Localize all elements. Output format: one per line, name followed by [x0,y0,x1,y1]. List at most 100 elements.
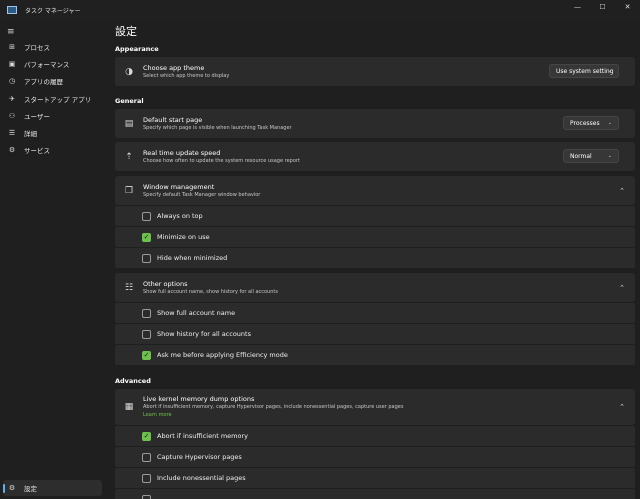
sidebar-item-processes[interactable]: ⊞ プロセス [3,39,102,55]
option-label: Abort if insufficient memory [157,432,248,440]
app-theme-card: ◑ Choose app theme Select which app them… [115,57,635,86]
maximize-button[interactable]: ☐ [590,0,615,14]
option-capture-hypervisor-pages[interactable]: Capture Hypervisor pages [115,447,635,467]
efficiency-mode-checkbox[interactable]: ✓ [142,350,151,360]
speed-icon: ⇡ [125,151,133,162]
minimize-button[interactable]: — [565,0,590,14]
option-abort-insufficient-memory[interactable]: ✓ Abort if insufficient memory [115,426,635,446]
title-bar: タスク マネージャー — ☐ ✕ [0,0,640,20]
sidebar-item-label: プロセス [24,44,50,52]
hide-when-minimized-checkbox[interactable] [142,253,151,263]
sidebar-item-app-history[interactable]: ◷ アプリの履歴 [3,73,102,89]
capture-user-pages-checkbox[interactable] [142,494,151,499]
start-page-dropdown[interactable]: Processes ⌄ [563,116,619,130]
update-speed-dropdown[interactable]: Normal ⌄ [563,149,619,163]
card-subtitle: Abort if insufficient memory, capture Hy… [143,404,404,410]
option-hide-when-minimized[interactable]: Hide when minimized [115,248,635,268]
sidebar-item-settings[interactable]: ⚙ 設定 [3,480,102,496]
section-heading-appearance: Appearance [115,45,159,53]
show-history-checkbox[interactable] [142,329,151,339]
sidebar-item-label: サービス [24,147,50,155]
card-subtitle: Select which app theme to display [143,73,230,79]
start-page-card: ▤ Default start page Specify which page … [115,109,635,138]
chevron-down-icon: ⌄ [607,68,612,74]
sidebar-item-startup[interactable]: ✈ スタートアップ アプリ [3,91,102,107]
window-management-header[interactable]: ❐ Window management Specify default Task… [115,176,635,205]
sidebar-item-label: スタートアップ アプリ [24,96,92,104]
abort-insufficient-memory-checkbox[interactable]: ✓ [142,431,151,441]
palette-icon: ◑ [125,66,133,77]
option-label: Always on top [157,212,203,220]
card-title: Real time update speed [143,149,221,157]
hamburger-menu-icon[interactable]: ≡ [7,27,15,37]
learn-more-link[interactable]: Learn more [143,412,172,418]
update-speed-card: ⇡ Real time update speed Choose how ofte… [115,142,635,171]
section-heading-advanced: Advanced [115,377,151,385]
settings-page: 設定 Appearance ◑ Choose app theme Select … [106,20,640,499]
sidebar-item-label: 設定 [24,485,37,493]
sidebar-item-users[interactable]: ⚇ ユーザー [3,108,102,124]
card-title: Default start page [143,116,203,124]
window-controls: — ☐ ✕ [565,0,640,14]
option-efficiency-mode-prompt[interactable]: ✓ Ask me before applying Efficiency mode [115,345,635,365]
option-minimize-on-use[interactable]: ✓ Minimize on use [115,227,635,247]
option-label: Include nonessential pages [157,474,246,482]
dropdown-value: Use system setting [556,67,614,75]
processes-icon: ⊞ [9,43,15,51]
option-label: Minimize on use [157,233,210,241]
sidebar-item-label: パフォーマンス [24,61,70,69]
window-title: タスク マネージャー [25,7,81,15]
other-options-header[interactable]: ☷ Other options Show full account name, … [115,273,635,302]
option-show-full-account-name[interactable]: Show full account name [115,303,635,323]
option-label: Ask me before applying Efficiency mode [157,351,288,359]
option-always-on-top[interactable]: Always on top [115,206,635,226]
sidebar-item-label: ユーザー [24,113,50,121]
chevron-down-icon: ⌄ [607,120,612,126]
dropdown-value: Processes [570,119,600,127]
card-subtitle: Specify default Task Manager window beha… [143,192,261,198]
card-title: Live kernel memory dump options [143,395,255,403]
include-nonessential-checkbox[interactable] [142,473,151,483]
kernel-dump-header[interactable]: ▦ Live kernel memory dump options Abort … [115,389,635,425]
option-include-nonessential-pages[interactable]: Include nonessential pages [115,468,635,488]
option-label: Hide when minimized [157,254,228,262]
card-subtitle: Choose how often to update the system re… [143,158,300,164]
sidebar-item-services[interactable]: ⚙ サービス [3,142,102,158]
services-icon: ⚙ [8,146,16,154]
sidebar-item-label: アプリの履歴 [24,78,63,86]
card-title: Other options [143,280,188,288]
start-page-icon: ▤ [124,118,134,129]
chevron-up-icon[interactable]: ⌃ [619,403,625,411]
option-show-history-all-accounts[interactable]: Show history for all accounts [115,324,635,344]
dropdown-value: Normal [570,152,592,160]
users-icon: ⚇ [8,112,16,120]
sidebar-item-label: 詳細 [24,130,37,138]
card-title: Choose app theme [143,64,205,72]
sidebar-item-details[interactable]: ☰ 詳細 [3,125,102,141]
option-label: Capture Hypervisor pages [157,453,242,461]
always-on-top-checkbox[interactable] [142,211,151,221]
page-title: 設定 [115,25,137,38]
sidebar-item-performance[interactable]: ▣ パフォーマンス [3,56,102,72]
window-icon: ❐ [124,185,134,196]
list-icon: ☷ [124,282,134,293]
chevron-up-icon[interactable]: ⌃ [619,284,625,292]
show-full-account-name-checkbox[interactable] [142,308,151,318]
minimize-on-use-checkbox[interactable]: ✓ [142,232,151,242]
card-subtitle: Show full account name, show history for… [143,289,278,295]
app-history-icon: ◷ [8,77,16,85]
performance-icon: ▣ [8,60,16,68]
gear-icon: ⚙ [8,484,16,492]
chevron-up-icon[interactable]: ⌃ [619,187,625,195]
capture-hypervisor-checkbox[interactable] [142,452,151,462]
memory-icon: ▦ [124,402,134,412]
card-subtitle: Specify which page is visible when launc… [143,125,292,131]
details-icon: ☰ [8,129,16,137]
theme-dropdown[interactable]: Use system setting ⌄ [549,64,619,78]
option-capture-user-pages[interactable] [115,489,635,499]
option-label: Show full account name [157,309,236,317]
close-button[interactable]: ✕ [615,0,640,14]
active-indicator [3,484,5,493]
startup-icon: ✈ [9,95,15,103]
section-heading-general: General [115,97,144,105]
